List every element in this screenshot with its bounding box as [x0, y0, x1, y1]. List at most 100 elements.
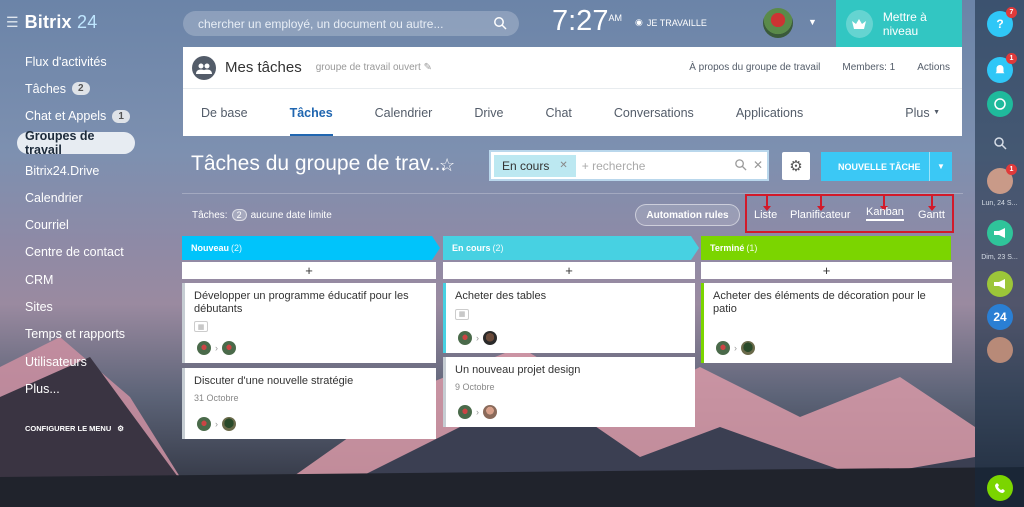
avatar[interactable] — [222, 417, 236, 431]
filter-search-field[interactable]: En cours ✕ + recherche ✕ — [489, 150, 769, 181]
add-card-button[interactable]: + — [701, 262, 952, 279]
actions-menu[interactable]: Actions — [917, 62, 950, 73]
task-card[interactable]: Développer un programme éducatif pour le… — [182, 283, 436, 363]
help-badge: 7 — [1006, 7, 1017, 18]
group-subtitle: groupe de travail ouvert ✎ — [316, 62, 432, 73]
sidebar-item-label: Courriel — [25, 218, 69, 233]
task-card[interactable]: Acheter des éléments de décoration pour … — [701, 283, 952, 363]
clear-icon[interactable]: ✕ — [753, 158, 763, 172]
sidebar-item-sites[interactable]: Sites — [17, 293, 182, 320]
add-card-button[interactable]: + — [443, 262, 695, 279]
tab-de-base[interactable]: De base — [201, 89, 248, 136]
sidebar-item-crm[interactable]: CRM — [17, 266, 182, 293]
sidebar-item-utilisateurs[interactable]: Utilisateurs — [17, 348, 182, 375]
hamburger-icon[interactable]: ☰ — [6, 14, 19, 31]
settings-button[interactable]: ⚙ — [782, 152, 810, 180]
bell-icon[interactable]: 1 — [987, 53, 1017, 83]
task-title[interactable]: Acheter des éléments de décoration pour … — [713, 290, 943, 315]
task-title[interactable]: Discuter d'une nouvelle stratégie — [194, 375, 427, 388]
avatar[interactable] — [197, 417, 211, 431]
bitrix24-icon[interactable]: 24 — [987, 304, 1013, 330]
sidebar-item-taches[interactable]: Tâches 2 — [17, 75, 182, 102]
arrow-right-icon: › — [476, 333, 479, 343]
task-title[interactable]: Acheter des tables — [455, 290, 686, 303]
view-gantt[interactable]: Gantt — [918, 209, 945, 221]
column-header-termine[interactable]: Terminé (1) — [701, 236, 951, 259]
group-icon — [192, 55, 216, 80]
help-icon[interactable]: ? 7 — [987, 7, 1017, 37]
avatar[interactable] — [716, 341, 730, 355]
configure-menu-label: CONFIGURER LE MENU — [25, 424, 112, 433]
contact-avatar[interactable] — [987, 337, 1013, 363]
view-planificateur[interactable]: Planificateur — [790, 209, 851, 221]
calendar-icon[interactable]: ▦ — [194, 321, 208, 333]
chevron-down-icon[interactable]: ▼ — [808, 17, 817, 27]
contact-avatar[interactable]: 1 — [987, 164, 1017, 194]
sidebar-item-groupes[interactable]: Groupes de travail — [17, 129, 135, 157]
avatar[interactable] — [483, 405, 497, 419]
tab-chat[interactable]: Chat — [546, 89, 572, 136]
tab-more[interactable]: Plus ▼ — [905, 89, 940, 136]
stats-text[interactable]: aucune date limite — [251, 210, 332, 221]
column-header-en-cours[interactable]: En cours (2) — [443, 236, 691, 259]
logo[interactable]: ☰ Bitrix 24 — [6, 12, 97, 33]
search-icon[interactable] — [734, 158, 747, 171]
tab-conversations[interactable]: Conversations — [614, 89, 694, 136]
avatar[interactable] — [197, 341, 211, 355]
avatar[interactable] — [741, 341, 755, 355]
sidebar-item-drive[interactable]: Bitrix24.Drive — [17, 157, 182, 184]
tab-calendrier[interactable]: Calendrier — [375, 89, 433, 136]
view-switcher: Liste Planificateur Kanban Gantt — [745, 194, 954, 233]
filter-placeholder: + recherche — [581, 158, 646, 173]
search-input[interactable]: chercher un employé, un document ou autr… — [183, 11, 519, 36]
sidebar-item-temps[interactable]: Temps et rapports — [17, 321, 182, 348]
avatar[interactable] — [458, 331, 472, 345]
chat-icon[interactable] — [987, 91, 1013, 117]
megaphone-icon[interactable] — [987, 271, 1013, 297]
sidebar-item-plus[interactable]: Plus... — [17, 375, 182, 402]
avatar[interactable] — [222, 341, 236, 355]
task-card[interactable]: Discuter d'une nouvelle stratégie 31 Oct… — [182, 368, 436, 439]
sidebar-item-label: Plus... — [25, 381, 60, 396]
search-icon[interactable] — [987, 130, 1013, 156]
contact-date: Lun, 24 S... — [981, 200, 1018, 207]
tab-applications[interactable]: Applications — [736, 89, 803, 136]
tab-drive[interactable]: Drive — [474, 89, 503, 136]
view-kanban[interactable]: Kanban — [866, 206, 904, 221]
view-liste[interactable]: Liste — [754, 209, 777, 221]
sidebar-item-calendrier[interactable]: Calendrier — [17, 184, 182, 211]
filter-chip[interactable]: En cours ✕ — [494, 154, 576, 177]
sidebar-item-courriel[interactable]: Courriel — [17, 211, 182, 238]
upgrade-button[interactable]: Mettre à niveau — [836, 0, 962, 47]
column-header-nouveau[interactable]: Nouveau (2) — [182, 236, 432, 259]
tab-taches[interactable]: Tâches — [289, 89, 333, 136]
members-link[interactable]: Members: 1 — [842, 62, 895, 73]
pencil-icon[interactable]: ✎ — [424, 62, 432, 73]
count-badge: 1 — [112, 109, 130, 123]
search-icon[interactable] — [493, 16, 507, 30]
user-avatar[interactable] — [763, 8, 793, 38]
star-icon[interactable]: ☆ — [439, 155, 455, 176]
sidebar-item-chat[interactable]: Chat et Appels 1 — [17, 103, 182, 130]
calendar-icon[interactable]: ▦ — [455, 308, 469, 320]
configure-menu-button[interactable]: CONFIGURER LE MENU ⚙ — [25, 424, 124, 433]
phone-icon[interactable] — [987, 475, 1013, 501]
avatar[interactable] — [458, 405, 472, 419]
add-card-button[interactable]: + — [182, 262, 436, 279]
arrow-right-icon: › — [476, 407, 479, 417]
sidebar-item-contact-center[interactable]: Centre de contact — [17, 239, 182, 266]
automation-rules-button[interactable]: Automation rules — [635, 204, 740, 226]
automation-label: Automation rules — [646, 209, 729, 221]
new-task-button[interactable]: NOUVELLE TÂCHE ▼ — [821, 152, 952, 181]
avatar[interactable] — [483, 331, 497, 345]
work-status[interactable]: ◉ JE TRAVAILLE — [635, 17, 707, 28]
task-card[interactable]: Un nouveau projet design 9 Octobre › — [443, 357, 695, 427]
task-title[interactable]: Développer un programme éducatif pour le… — [194, 290, 427, 315]
sidebar-item-flux[interactable]: Flux d'activités — [17, 48, 182, 75]
megaphone-icon[interactable] — [987, 220, 1013, 246]
chevron-down-icon[interactable]: ▼ — [929, 152, 952, 181]
task-title[interactable]: Un nouveau projet design — [455, 364, 686, 377]
close-icon[interactable]: ✕ — [559, 160, 567, 171]
task-card[interactable]: Acheter des tables ▦ › — [443, 283, 695, 353]
about-group-link[interactable]: À propos du groupe de travail — [689, 62, 820, 73]
